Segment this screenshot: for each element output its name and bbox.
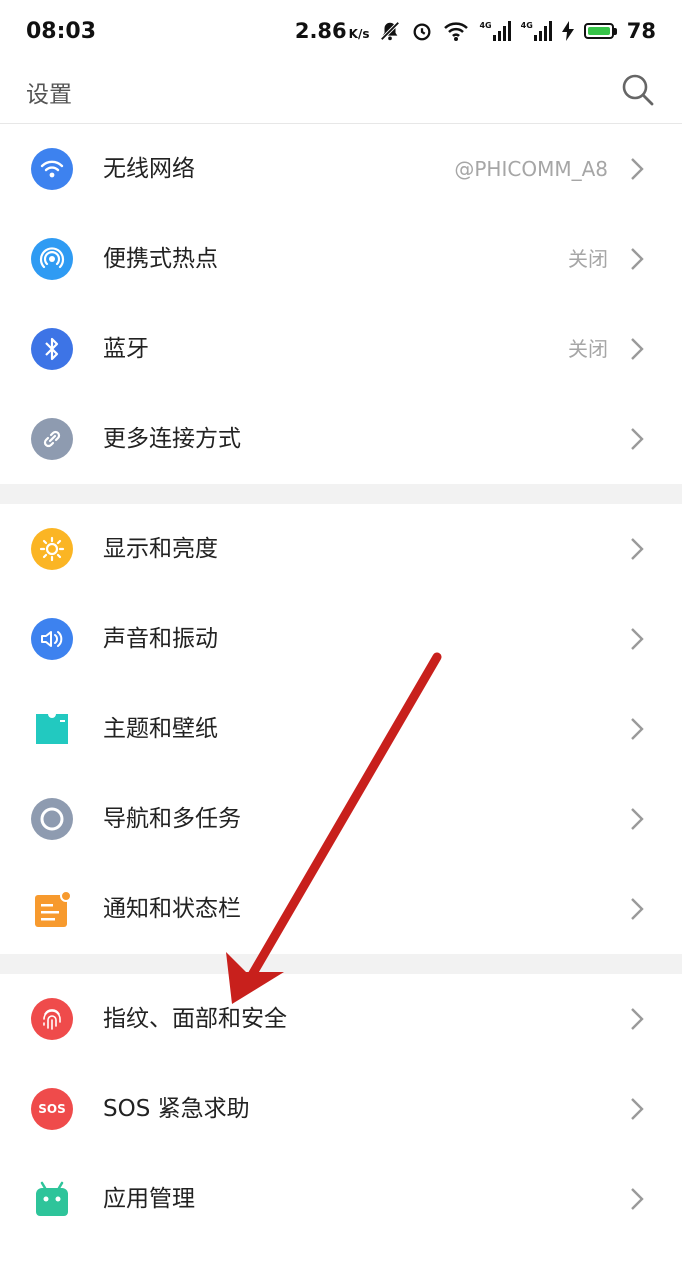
hotspot-icon (31, 238, 73, 280)
setting-display[interactable]: 显示和亮度 (0, 504, 682, 594)
title-bar: 设置 (0, 62, 682, 124)
setting-label: 指纹、面部和安全 (103, 1006, 287, 1032)
chevron-right-icon (631, 538, 644, 560)
chevron-right-icon (631, 1188, 644, 1210)
notification-icon (31, 888, 73, 930)
setting-label: 通知和状态栏 (103, 896, 241, 922)
status-icons: 2.86 K/s 4G 4G 78 (295, 19, 656, 43)
shirt-icon (31, 708, 73, 750)
network-speed: 2.86 K/s (295, 19, 370, 43)
setting-label: 更多连接方式 (103, 426, 241, 452)
setting-wifi[interactable]: 无线网络 @PHICOMM_A8 (0, 124, 682, 214)
setting-label: 主题和壁纸 (103, 716, 218, 742)
speaker-icon (31, 618, 73, 660)
setting-label: SOS 紧急求助 (103, 1096, 250, 1122)
wifi-icon (31, 148, 73, 190)
battery-icon (583, 23, 617, 39)
sos-icon: SOS (31, 1088, 73, 1130)
setting-notifications[interactable]: 通知和状态栏 (0, 864, 682, 954)
chevron-right-icon (631, 898, 644, 920)
chevron-right-icon (631, 428, 644, 450)
chevron-right-icon (631, 248, 644, 270)
setting-label: 便携式热点 (103, 246, 218, 272)
setting-label: 导航和多任务 (103, 806, 241, 832)
chevron-right-icon (631, 628, 644, 650)
wifi-status-icon (443, 20, 469, 42)
network-speed-value: 2.86 (294, 19, 347, 43)
chevron-right-icon (631, 808, 644, 830)
page-title: 设置 (26, 82, 72, 108)
section-divider (0, 954, 682, 974)
setting-label: 应用管理 (103, 1186, 195, 1212)
setting-label: 蓝牙 (103, 336, 149, 362)
setting-value: 关闭 (568, 337, 608, 361)
fingerprint-icon (31, 998, 73, 1040)
setting-security[interactable]: 指纹、面部和安全 (0, 974, 682, 1064)
mute-icon (379, 20, 401, 42)
setting-value: @PHICOMM_A8 (454, 157, 608, 181)
search-icon[interactable] (618, 70, 658, 110)
charging-icon (561, 21, 574, 41)
status-bar: 08:03 2.86 K/s 4G 4G 78 (0, 0, 682, 62)
setting-navigation[interactable]: 导航和多任务 (0, 774, 682, 864)
setting-label: 无线网络 (103, 156, 195, 182)
status-time: 08:03 (26, 18, 97, 44)
setting-value: 关闭 (568, 247, 608, 271)
setting-more-connections[interactable]: 更多连接方式 (0, 394, 682, 484)
navigation-icon (31, 798, 73, 840)
setting-theme[interactable]: 主题和壁纸 (0, 684, 682, 774)
setting-label: 声音和振动 (103, 626, 218, 652)
signal-icon-2: 4G (521, 21, 552, 41)
network-speed-unit: K/s (348, 27, 370, 41)
sun-icon (31, 528, 73, 570)
setting-apps[interactable]: 应用管理 (0, 1154, 682, 1244)
android-icon (31, 1178, 73, 1220)
alarm-icon (411, 20, 433, 42)
chevron-right-icon (631, 718, 644, 740)
settings-list: 无线网络 @PHICOMM_A8 便携式热点 关闭 蓝牙 关闭 更多连接方式 显… (0, 124, 682, 1244)
setting-hotspot[interactable]: 便携式热点 关闭 (0, 214, 682, 304)
link-icon (31, 418, 73, 460)
chevron-right-icon (631, 158, 644, 180)
setting-label: 显示和亮度 (103, 536, 218, 562)
bluetooth-icon (31, 328, 73, 370)
setting-sound[interactable]: 声音和振动 (0, 594, 682, 684)
setting-sos[interactable]: SOS SOS 紧急求助 (0, 1064, 682, 1154)
section-divider (0, 484, 682, 504)
battery-level: 78 (626, 19, 656, 43)
setting-bluetooth[interactable]: 蓝牙 关闭 (0, 304, 682, 394)
chevron-right-icon (631, 1008, 644, 1030)
signal-icon-1: 4G (479, 21, 511, 41)
chevron-right-icon (631, 338, 644, 360)
chevron-right-icon (631, 1098, 644, 1120)
